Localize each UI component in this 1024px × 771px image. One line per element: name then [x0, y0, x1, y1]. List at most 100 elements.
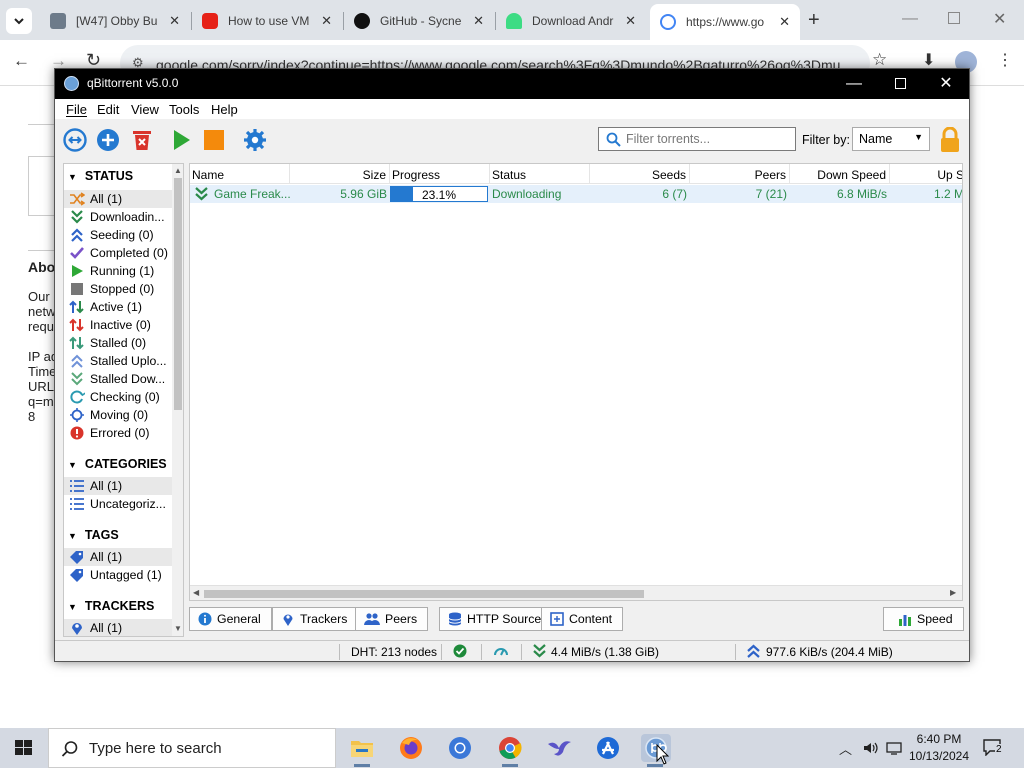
status-filter-errored[interactable]: Errored (0)	[64, 424, 172, 442]
status-filter-stalled[interactable]: Stalled (0)	[64, 334, 172, 352]
tab-general[interactable]: General	[189, 607, 272, 631]
scrollbar-thumb[interactable]	[204, 590, 644, 598]
upload-speed-icon	[747, 644, 760, 658]
menu-tools[interactable]: Tools	[169, 102, 199, 117]
bar-chart-icon	[899, 615, 911, 626]
close-tab-icon[interactable]: ✕	[473, 13, 484, 29]
horizontal-scrollbar[interactable]: ◀ ▶	[190, 585, 962, 600]
categories-section-header[interactable]: ▼ CATEGORIES	[68, 457, 167, 471]
browser-menu-icon[interactable]: ⋮	[997, 50, 1013, 70]
status-filter-active[interactable]: Active (1)	[64, 298, 172, 316]
close-tab-icon[interactable]: ✕	[169, 13, 180, 29]
tag-filter-untagged[interactable]: Untagged (1)	[64, 566, 172, 584]
volume-icon[interactable]	[862, 740, 878, 756]
menu-help[interactable]: Help	[211, 102, 238, 117]
close-tab-icon[interactable]: ✕	[779, 14, 790, 30]
app-store-icon[interactable]	[594, 734, 622, 762]
download-speed-text: 4.4 MiB/s (1.38 GiB)	[551, 645, 660, 659]
column-progress[interactable]: Progress	[390, 164, 490, 184]
status-filter-downloading[interactable]: Downloadin...	[64, 208, 172, 226]
status-filter-all[interactable]: All (1)	[64, 190, 172, 208]
connection-ok-icon[interactable]	[453, 644, 467, 658]
title-bar[interactable]: qBittorrent v5.0.0 — ✕	[55, 69, 969, 99]
browser-tab-active[interactable]: https://www.go ✕	[650, 4, 800, 40]
column-name[interactable]: Name	[190, 164, 290, 184]
chromium-icon[interactable]	[446, 734, 474, 762]
tab-peers[interactable]: Peers	[355, 607, 429, 631]
tracker-filter-all[interactable]: All (1)	[64, 619, 172, 636]
menu-file[interactable]: File	[66, 102, 87, 117]
column-peers[interactable]: Peers	[690, 164, 790, 184]
speed-button[interactable]: Speed	[883, 607, 964, 631]
close-tab-icon[interactable]: ✕	[321, 13, 332, 29]
tab-content[interactable]: Content	[541, 607, 624, 631]
browser-tab[interactable]: [W47] Obby Bu ✕	[40, 6, 190, 36]
start-torrent-icon[interactable]	[169, 128, 193, 152]
back-button[interactable]: ←	[13, 51, 30, 71]
add-torrent-link-icon[interactable]	[63, 128, 87, 152]
menu-view[interactable]: View	[131, 102, 159, 117]
status-section-header[interactable]: ▼ STATUS	[68, 169, 133, 183]
qbittorrent-app-icon	[64, 76, 79, 91]
close-button[interactable]: ✕	[923, 69, 969, 99]
close-browser-button[interactable]: ✕	[993, 9, 1006, 29]
toolbar: Filter torrents... Filter by: Name ▼	[55, 119, 969, 161]
trackers-section-header[interactable]: ▼ TRACKERS	[68, 599, 154, 613]
minimize-browser-button[interactable]: —	[902, 10, 918, 28]
browser-tab[interactable]: How to use VM ✕	[192, 6, 342, 36]
notification-center-button[interactable]: 2	[982, 738, 1004, 757]
tags-section-header[interactable]: ▼ TAGS	[68, 528, 119, 542]
stop-torrent-icon[interactable]	[202, 128, 226, 152]
alt-speed-icon[interactable]	[493, 644, 509, 658]
column-down-speed[interactable]: Down Speed	[790, 164, 890, 184]
start-button[interactable]	[0, 728, 48, 768]
column-up-speed[interactable]: Up S	[890, 164, 962, 184]
category-filter-uncategorized[interactable]: Uncategoriz...	[64, 495, 172, 513]
tag-filter-all[interactable]: All (1)	[64, 548, 172, 566]
network-icon[interactable]	[886, 740, 902, 756]
lock-icon[interactable]	[939, 127, 961, 153]
status-filter-seeding[interactable]: Seeding (0)	[64, 226, 172, 244]
status-filter-checking[interactable]: Checking (0)	[64, 388, 172, 406]
tab-search-button[interactable]	[6, 8, 32, 34]
filter-by-select[interactable]: Name ▼	[852, 127, 930, 151]
column-status[interactable]: Status	[490, 164, 590, 184]
status-filter-completed[interactable]: Completed (0)	[64, 244, 172, 262]
browser-tab[interactable]: Download Andr ✕	[496, 6, 646, 36]
status-filter-moving[interactable]: Moving (0)	[64, 406, 172, 424]
stop-icon	[71, 283, 83, 295]
column-size[interactable]: Size	[290, 164, 390, 184]
tab-trackers[interactable]: Trackers	[272, 607, 359, 631]
torrent-row[interactable]: Game Freak... 5.96 GiB 23.1% Downloading…	[190, 185, 963, 203]
file-explorer-icon[interactable]	[348, 734, 376, 767]
status-filter-stalled-downloading[interactable]: Stalled Dow...	[64, 370, 172, 388]
column-seeds[interactable]: Seeds	[590, 164, 690, 184]
chrome-icon[interactable]	[496, 734, 524, 767]
menu-edit[interactable]: Edit	[97, 102, 119, 117]
add-torrent-file-icon[interactable]	[96, 128, 120, 152]
status-filter-stopped[interactable]: Stopped (0)	[64, 280, 172, 298]
download-icon[interactable]: ⬇	[922, 50, 935, 70]
maximize-button[interactable]	[877, 69, 923, 99]
browser-tab[interactable]: GitHub - Sycne ✕	[344, 6, 494, 36]
taskbar-search-box[interactable]: Type here to search	[48, 728, 336, 768]
status-filter-inactive[interactable]: Inactive (0)	[64, 316, 172, 334]
show-hidden-icons-chevron-icon[interactable]: ︿	[839, 739, 852, 758]
bookmark-star-icon[interactable]: ☆	[872, 50, 887, 70]
status-filter-stalled-uploading[interactable]: Stalled Uplo...	[64, 352, 172, 370]
category-filter-all[interactable]: All (1)	[64, 477, 172, 495]
remove-torrent-icon[interactable]	[130, 128, 154, 152]
close-tab-icon[interactable]: ✕	[625, 13, 636, 29]
bird-app-icon[interactable]	[545, 734, 573, 762]
options-gear-icon[interactable]	[243, 128, 267, 152]
filter-torrents-input[interactable]: Filter torrents...	[598, 127, 796, 151]
minimize-button[interactable]: —	[831, 69, 877, 99]
status-filter-running[interactable]: Running (1)	[64, 262, 172, 280]
sidebar-scrollbar[interactable]: ▲ ▼	[172, 164, 183, 636]
new-tab-button[interactable]: +	[808, 9, 820, 32]
taskbar-clock[interactable]: 6:40 PM 10/13/2024	[902, 731, 976, 765]
scrollbar-thumb[interactable]	[174, 178, 182, 410]
firefox-icon[interactable]	[397, 734, 425, 762]
restore-browser-button[interactable]	[948, 12, 960, 24]
torrent-up-speed: 1.2 M	[933, 187, 963, 201]
